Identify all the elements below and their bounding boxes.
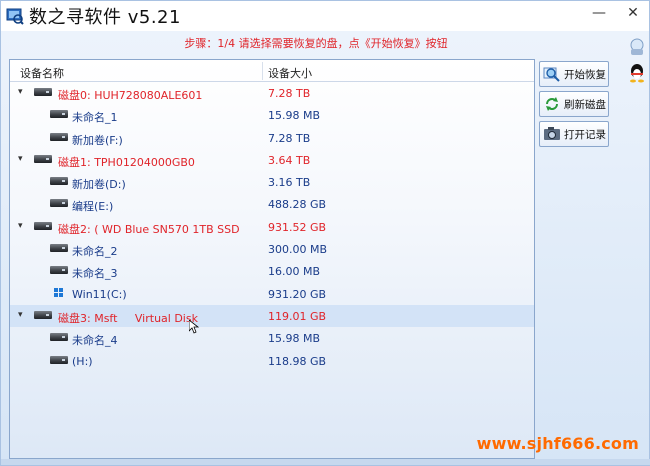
watermark-text: www.sjhf666.com [476,434,639,453]
hard-drive-icon [50,243,68,253]
partition-name: 新加卷(D:) [72,178,126,192]
hard-drive-icon [34,221,52,231]
hard-drive-icon [50,109,68,119]
expand-chevron-icon[interactable]: ▾ [18,154,23,164]
open-record-label: 打开记录 [564,128,606,141]
partition-row[interactable]: 未命名_1 15.98 MB [10,104,534,126]
partition-size: 300.00 MB [268,243,328,257]
mouse-cursor-icon [189,320,199,334]
partition-row[interactable]: 编程(E:) 488.28 GB [10,193,534,215]
windows-logo-icon [54,287,72,298]
open-record-button[interactable]: 打开记录 [539,121,609,147]
partition-size: 3.16 TB [268,176,311,190]
partition-row[interactable]: 未命名_3 16.00 MB [10,260,534,282]
hard-drive-icon [50,198,68,208]
partition-size: 7.28 TB [268,131,311,145]
partition-name: (H:) [72,354,93,368]
partition-name: 未命名_3 [72,267,118,281]
partition-name: Win11(C:) [72,287,127,301]
refresh-disk-label: 刷新磁盘 [564,98,606,111]
disk-size: 7.28 TB [268,87,311,100]
disk-row[interactable]: ▾ 磁盘2: ( WD Blue SN570 1TB SSD 931.52 GB [10,216,534,238]
close-button[interactable]: ✕ [625,5,641,21]
disk-row[interactable]: ▾ 磁盘0: HUH728080ALE601 7.28 TB [10,82,534,104]
disk-row[interactable]: ▾ 磁盘1: TPH01204000GB0 3.64 TB [10,149,534,171]
partition-name: 未命名_1 [72,111,118,125]
disk-row[interactable]: ▾ 磁盘3: Msft Virtual Disk 119.01 GB [10,304,534,328]
hard-drive-icon [34,87,52,97]
partition-size: 931.20 GB [268,287,327,301]
magnifier-icon [543,65,561,83]
partition-name: 编程(E:) [72,200,114,214]
minimize-button[interactable]: — [591,5,607,21]
partition-size: 15.98 MB [268,332,321,346]
partition-name: 未命名_4 [72,334,118,348]
disk-name: 磁盘1: TPH01204000GB0 [58,155,195,169]
expand-chevron-icon[interactable]: ▾ [18,87,23,97]
support-icon[interactable] [627,37,647,57]
partition-size: 118.98 GB [268,354,327,368]
expand-chevron-icon[interactable]: ▾ [18,310,23,320]
partition-row[interactable]: Win11(C:) 931.20 GB [10,283,534,305]
list-header: 设备名称 设备大小 [10,60,534,82]
device-tree: ▾ 磁盘0: HUH728080ALE601 7.28 TB 未命名_1 15.98 M… [10,82,534,372]
disk-name: 磁盘3: Msft Virtual Disk [58,311,198,325]
partition-row[interactable]: 未命名_4 15.98 MB [10,327,534,349]
partition-row[interactable]: (H:) 118.98 GB [10,350,534,372]
hard-drive-icon [34,310,52,320]
partition-name: 未命名_2 [72,245,118,259]
hard-drive-icon [50,355,68,365]
partition-row[interactable]: 未命名_2 300.00 MB [10,238,534,260]
app-window: 数之寻软件 v5.21 — ✕ 步骤：1/4 请选择需要恢复的盘，点《开始恢复》… [0,0,650,466]
disk-size: 931.52 GB [268,220,327,234]
disk-size: 119.01 GB [268,309,327,323]
start-recovery-label: 开始恢复 [564,68,606,81]
partition-row[interactable]: 新加卷(D:) 3.16 TB [10,171,534,193]
column-device-size[interactable]: 设备大小 [268,65,312,81]
column-device-name[interactable]: 设备名称 [20,65,64,81]
disk-size: 3.64 TB [268,153,311,167]
hard-drive-icon [34,154,52,164]
disk-name: 磁盘0: HUH728080ALE601 [58,89,203,102]
status-strip [1,459,650,465]
qq-penguin-icon[interactable] [627,63,647,83]
disk-name: 磁盘2: ( WD Blue SN570 1TB SSD [58,222,240,236]
partition-size: 488.28 GB [268,198,327,212]
window-title: 数之寻软件 v5.21 [29,7,181,28]
app-logo-icon [5,6,25,26]
partition-size: 16.00 MB [268,265,321,279]
refresh-icon [543,95,561,113]
camera-icon [543,125,561,143]
refresh-disk-button[interactable]: 刷新磁盘 [539,91,609,117]
hard-drive-icon [50,332,68,342]
partition-size: 15.98 MB [268,109,321,123]
expand-chevron-icon[interactable]: ▾ [18,221,23,231]
title-bar: 数之寻软件 v5.21 — ✕ [1,1,649,31]
partition-name: 新加卷(F:) [72,133,123,147]
device-list-panel[interactable]: 设备名称 设备大小 ▾ 磁盘0: HUH728080ALE601 7.28 TB 未命… [9,59,535,459]
hard-drive-icon [50,176,68,186]
hard-drive-icon [50,132,68,142]
column-separator[interactable] [262,62,263,80]
partition-row[interactable]: 新加卷(F:) 7.28 TB [10,127,534,149]
start-recovery-button[interactable]: 开始恢复 [539,61,609,87]
step-instruction: 步骤：1/4 请选择需要恢复的盘，点《开始恢复》按钮 [184,37,448,50]
hard-drive-icon [50,265,68,275]
